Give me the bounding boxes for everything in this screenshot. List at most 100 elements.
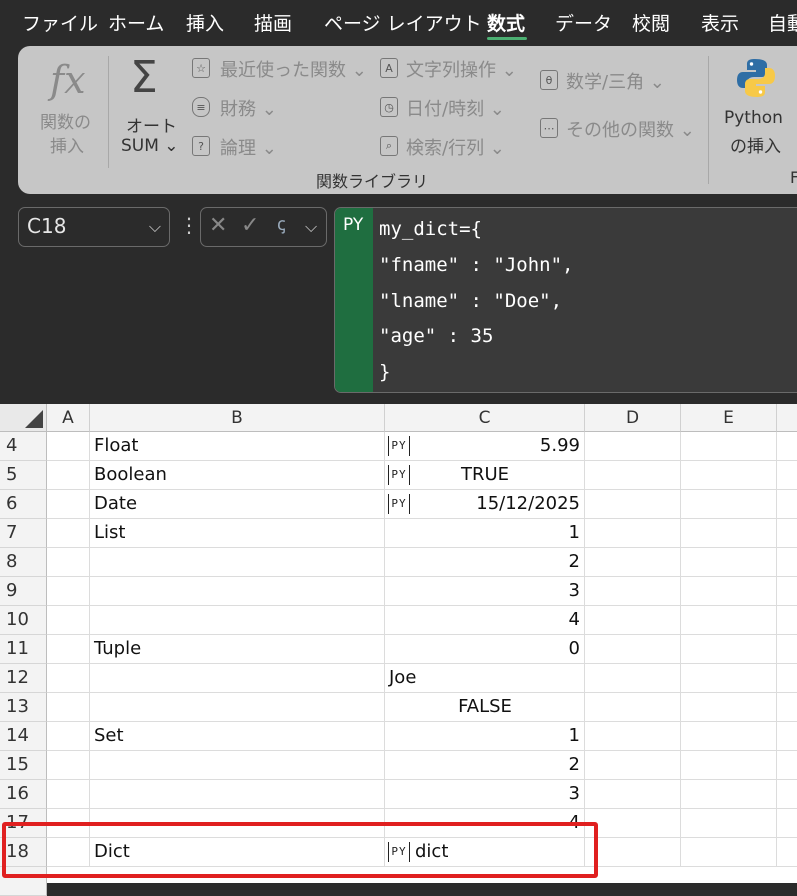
cell-b17[interactable] [90, 809, 385, 838]
cell-f16[interactable] [777, 780, 797, 809]
cell-d18[interactable] [585, 838, 681, 867]
cell-d9[interactable] [585, 577, 681, 606]
formula-editor[interactable]: PY my_dict={ "fname" : "John", "lname" :… [334, 207, 797, 393]
python-object-icon[interactable]: PY [388, 842, 410, 862]
cell-d12[interactable] [585, 664, 681, 693]
tab-insert[interactable]: 挿入 [186, 9, 224, 36]
row-header[interactable]: 6 [0, 490, 47, 519]
python-object-icon[interactable]: PY [388, 494, 410, 514]
cell-c6[interactable]: PY 15/12/2025 [385, 490, 585, 519]
cell-c8[interactable]: 2 [385, 548, 585, 577]
python-object-icon[interactable]: PY [388, 436, 410, 456]
cell-b9[interactable] [90, 577, 385, 606]
cell-b12[interactable] [90, 664, 385, 693]
cell-f14[interactable] [777, 722, 797, 751]
cell-f10[interactable] [777, 606, 797, 635]
lookup-button[interactable]: ⌕ 検索/行列 ⌄ [380, 134, 520, 160]
tab-automate[interactable]: 自動 [768, 9, 797, 36]
cell-f15[interactable] [777, 751, 797, 780]
cell-e6[interactable] [681, 490, 777, 519]
cell-a4[interactable] [47, 432, 90, 461]
cell-f8[interactable] [777, 548, 797, 577]
cell-f4[interactable] [777, 432, 797, 461]
cell-a6[interactable] [47, 490, 90, 519]
cell-c7[interactable]: 1 [385, 519, 585, 548]
cell-f11[interactable] [777, 635, 797, 664]
cell-a16[interactable] [47, 780, 90, 809]
more-functions-button[interactable]: ⋯ その他の関数 ⌄ [540, 116, 695, 142]
cell-a10[interactable] [47, 606, 90, 635]
row-header[interactable]: 12 [0, 664, 47, 693]
column-header-c[interactable]: C [385, 404, 585, 432]
cell-f12[interactable] [777, 664, 797, 693]
cell-a17[interactable] [47, 809, 90, 838]
cell-e10[interactable] [681, 606, 777, 635]
confirm-icon[interactable]: ✓ [241, 213, 259, 238]
cell-e8[interactable] [681, 548, 777, 577]
row-header[interactable]: 10 [0, 606, 47, 635]
tab-file[interactable]: ファイル [22, 9, 98, 36]
cell-b10[interactable] [90, 606, 385, 635]
cell-c18[interactable]: PY dict [385, 838, 585, 867]
cell-f5[interactable] [777, 461, 797, 490]
cell-d7[interactable] [585, 519, 681, 548]
row-header[interactable]: 14 [0, 722, 47, 751]
column-header-f[interactable] [777, 404, 797, 432]
cell-a7[interactable] [47, 519, 90, 548]
tab-draw[interactable]: 描画 [254, 9, 292, 36]
cell-b4[interactable]: Float [90, 432, 385, 461]
cell-c9[interactable]: 3 [385, 577, 585, 606]
cell-a11[interactable] [47, 635, 90, 664]
row-header[interactable]: 16 [0, 780, 47, 809]
cell-d15[interactable] [585, 751, 681, 780]
cell-b11[interactable]: Tuple [90, 635, 385, 664]
cell-c17[interactable]: 4 [385, 809, 585, 838]
cell-f17[interactable] [777, 809, 797, 838]
cell-b6[interactable]: Date [90, 490, 385, 519]
cell-a18[interactable] [47, 838, 90, 867]
row-header[interactable]: 17 [0, 809, 47, 838]
cell-a12[interactable] [47, 664, 90, 693]
row-header[interactable]: 15 [0, 751, 47, 780]
column-header-a[interactable]: A [47, 404, 90, 432]
cell-c16[interactable]: 3 [385, 780, 585, 809]
cell-d6[interactable] [585, 490, 681, 519]
autosum-button[interactable]: Σ オート SUM ⌄ [116, 52, 184, 162]
cell-e17[interactable] [681, 809, 777, 838]
cell-d10[interactable] [585, 606, 681, 635]
tab-page-layout[interactable]: ページ レイアウト [324, 9, 482, 36]
cell-d16[interactable] [585, 780, 681, 809]
cell-b8[interactable] [90, 548, 385, 577]
cell-b14[interactable]: Set [90, 722, 385, 751]
cell-e12[interactable] [681, 664, 777, 693]
cell-e4[interactable] [681, 432, 777, 461]
chevron-down-icon[interactable]: ⌵ [305, 217, 317, 237]
cell-a14[interactable] [47, 722, 90, 751]
cell-c5[interactable]: PY TRUE [385, 461, 585, 490]
column-header-e[interactable]: E [681, 404, 777, 432]
insert-python-button[interactable]: Python の挿入 [718, 52, 797, 162]
row-header[interactable]: 8 [0, 548, 47, 577]
cell-d11[interactable] [585, 635, 681, 664]
column-header-b[interactable]: B [90, 404, 385, 432]
cell-b13[interactable] [90, 693, 385, 722]
cell-e14[interactable] [681, 722, 777, 751]
cell-f13[interactable] [777, 693, 797, 722]
datetime-button[interactable]: ◷ 日付/時刻 ⌄ [380, 95, 520, 121]
tab-view[interactable]: 表示 [701, 9, 739, 36]
cell-f7[interactable] [777, 519, 797, 548]
vertical-dots-icon[interactable]: ⋮ [179, 213, 199, 237]
cell-e11[interactable] [681, 635, 777, 664]
cell-c11[interactable]: 0 [385, 635, 585, 664]
cell-e5[interactable] [681, 461, 777, 490]
cell-d4[interactable] [585, 432, 681, 461]
cell-e7[interactable] [681, 519, 777, 548]
chevron-down-icon[interactable]: ⌵ [149, 217, 161, 237]
cell-a8[interactable] [47, 548, 90, 577]
row-header[interactable]: 9 [0, 577, 47, 606]
tab-review[interactable]: 校閲 [632, 9, 670, 36]
cell-e16[interactable] [681, 780, 777, 809]
row-header[interactable]: 7 [0, 519, 47, 548]
tab-formulas[interactable]: 数式 [487, 9, 525, 36]
python-output-mode-icon[interactable]: ꞔ [277, 212, 286, 236]
